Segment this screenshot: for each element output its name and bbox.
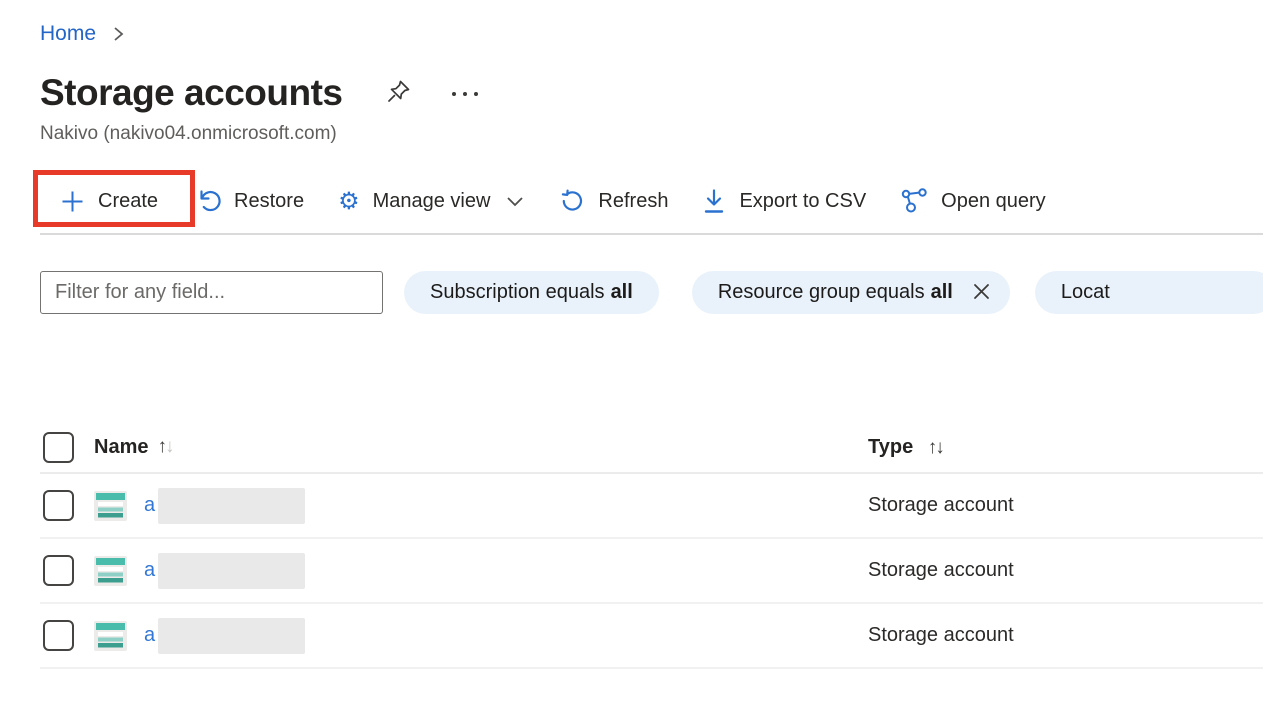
chevron-right-icon (111, 25, 125, 43)
row-type: Storage account (868, 494, 1263, 517)
open-query-button[interactable]: Open query (883, 169, 1063, 233)
redacted-name (158, 553, 305, 589)
redacted-name (158, 618, 305, 654)
title-row: Storage accounts (40, 72, 1263, 114)
create-button-label: Create (98, 190, 158, 213)
location-filter-pill[interactable]: Locat (1035, 271, 1263, 314)
gear-icon: ⚙ (338, 189, 360, 213)
more-options-button[interactable] (446, 82, 484, 105)
ellipsis-icon (450, 86, 480, 101)
open-query-button-label: Open query (941, 190, 1046, 213)
table-row[interactable]: a Storage account (40, 539, 1263, 604)
row-checkbox[interactable] (43, 620, 74, 651)
download-icon (702, 188, 726, 215)
storage-account-icon (94, 621, 127, 651)
table-header-row: Name ↑↓ Type ↑↓ (40, 422, 1263, 474)
storage-accounts-table: Name ↑↓ Type ↑↓ a (40, 422, 1263, 669)
refresh-button-label: Refresh (598, 190, 668, 213)
command-bar: Create Restore ⚙ Manage view (40, 169, 1263, 235)
column-header-type[interactable]: Type (868, 436, 913, 458)
restore-button-label: Restore (234, 190, 304, 213)
manage-view-button-label: Manage view (373, 190, 491, 213)
resource-group-filter-pill[interactable]: Resource group equals all (692, 271, 1010, 314)
select-all-checkbox[interactable] (43, 432, 74, 463)
toolbar-divider (40, 233, 1263, 235)
sort-icon-type[interactable]: ↑↓ (928, 437, 943, 458)
dismiss-filter-button[interactable] (969, 279, 994, 307)
export-to-csv-button-label: Export to CSV (739, 190, 866, 213)
table-row[interactable]: a Storage account (40, 474, 1263, 539)
pin-button[interactable] (382, 74, 416, 113)
breadcrumb-home-link[interactable]: Home (40, 22, 96, 46)
query-icon (900, 187, 928, 215)
pill-value: all (931, 281, 953, 304)
pill-text: Subscription equals (430, 281, 605, 304)
pill-text: Locat (1061, 281, 1110, 304)
storage-account-link[interactable]: a (144, 624, 155, 647)
storage-accounts-page: Home Storage accounts Nakivo (nakivo04.o… (0, 0, 1263, 669)
refresh-icon (559, 188, 585, 214)
chevron-down-icon (505, 194, 525, 208)
row-type: Storage account (868, 624, 1263, 647)
close-icon (971, 281, 992, 305)
manage-view-button[interactable]: ⚙ Manage view (321, 169, 542, 233)
page-title: Storage accounts (40, 72, 342, 114)
undo-icon (197, 188, 221, 214)
restore-button[interactable]: Restore (180, 169, 321, 233)
row-checkbox[interactable] (43, 490, 74, 521)
table-row[interactable]: a Storage account (40, 604, 1263, 669)
filter-input[interactable] (40, 271, 383, 314)
sort-icon-name[interactable]: ↑↓ (157, 436, 172, 458)
pill-text: Resource group equals (718, 281, 925, 304)
storage-account-link[interactable]: a (144, 494, 155, 517)
breadcrumb: Home (40, 0, 1263, 46)
column-header-name[interactable]: Name (94, 436, 148, 459)
refresh-button[interactable]: Refresh (542, 169, 685, 233)
plus-icon (60, 189, 85, 214)
redacted-name (158, 488, 305, 524)
export-to-csv-button[interactable]: Export to CSV (685, 169, 883, 233)
filter-bar: Subscription equals all Resource group e… (40, 271, 1263, 314)
pin-icon (386, 78, 412, 109)
storage-account-icon (94, 491, 127, 521)
storage-account-link[interactable]: a (144, 559, 155, 582)
create-button[interactable]: Create (40, 169, 180, 233)
storage-account-icon (94, 556, 127, 586)
row-type: Storage account (868, 559, 1263, 582)
row-checkbox[interactable] (43, 555, 74, 586)
pill-value: all (611, 281, 633, 304)
subscription-filter-pill[interactable]: Subscription equals all (404, 271, 659, 314)
directory-subtitle: Nakivo (nakivo04.onmicrosoft.com) (40, 123, 1263, 145)
